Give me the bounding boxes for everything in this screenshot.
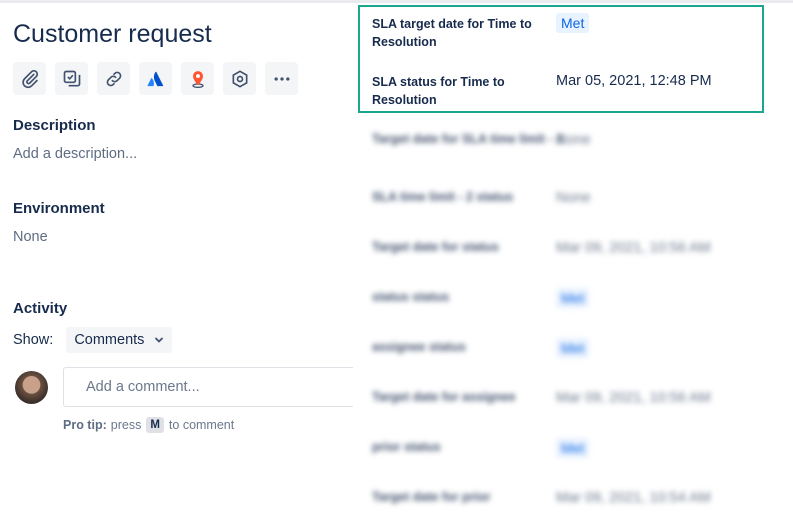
sla-target-date-label: SLA target date for Time to Resolution	[372, 17, 532, 49]
sla-status-label: SLA status for Time to Resolution	[372, 75, 505, 107]
field-label: assignee status	[372, 340, 466, 354]
comment-placeholder: Add a comment...	[86, 379, 200, 395]
attach-button[interactable]	[13, 62, 46, 95]
paperclip-icon	[21, 69, 38, 88]
location-app-button[interactable]	[181, 62, 214, 95]
issue-toolbar	[13, 62, 307, 95]
show-label: Show:	[13, 332, 54, 348]
description-field[interactable]: Add a description...	[13, 146, 137, 162]
field-value[interactable]: Met	[556, 288, 590, 308]
pro-tip: Pro tip: press M to comment	[63, 417, 234, 433]
pro-tip-suffix: to comment	[168, 418, 235, 432]
avatar[interactable]	[15, 371, 48, 404]
hexagon-icon	[232, 69, 247, 88]
activity-filter-value: Comments	[74, 332, 145, 348]
link-issue-button[interactable]	[97, 62, 130, 95]
activity-filter-dropdown[interactable]: Comments	[66, 327, 173, 353]
status-badge: Met	[556, 13, 590, 33]
environment-value[interactable]: None	[13, 229, 48, 245]
sla-target-date-value[interactable]: Met	[556, 13, 590, 33]
more-icon	[274, 76, 289, 81]
field-value[interactable]: Met	[556, 438, 590, 458]
field-value[interactable]: Mar 09, 2021, 10:56 AM	[556, 240, 711, 256]
activity-label: Activity	[13, 300, 68, 317]
field-value[interactable]: Met	[556, 338, 590, 358]
issue-main-panel: Customer request Description Add a descr…	[0, 0, 353, 524]
atlassian-app-button[interactable]	[139, 62, 172, 95]
field-label: Target date for status	[372, 240, 499, 254]
status-badge: Met	[556, 338, 590, 358]
comment-input[interactable]: Add a comment...	[63, 367, 353, 407]
field-value[interactable]: Mar 09, 2021, 10:54 AM	[556, 490, 711, 506]
link-icon	[106, 71, 121, 86]
subtask-icon	[63, 70, 80, 86]
app-extension-button[interactable]	[223, 62, 256, 95]
issue-title[interactable]: Customer request	[13, 20, 212, 49]
field-label: Target date for assignee	[372, 390, 516, 404]
field-label: SLA time limit - 2 status	[372, 190, 514, 204]
field-value[interactable]: Mar 09, 2021, 10:56 AM	[556, 390, 711, 406]
environment-label: Environment	[13, 200, 105, 217]
description-label: Description	[13, 117, 96, 134]
field-label: Target date for prior	[372, 490, 491, 504]
atlassian-icon	[147, 71, 163, 86]
field-label: status status	[372, 290, 450, 304]
keyboard-shortcut-key: M	[146, 417, 164, 433]
add-subtask-button[interactable]	[55, 62, 88, 95]
pro-tip-press: press	[110, 418, 142, 432]
status-badge: Met	[556, 438, 590, 458]
map-pin-icon	[191, 70, 204, 88]
field-value[interactable]: None	[556, 190, 591, 206]
activity-filter-row: Show: Comments	[13, 327, 173, 353]
status-badge: Met	[556, 288, 590, 308]
chevron-down-icon	[155, 337, 164, 343]
more-actions-button[interactable]	[265, 62, 298, 95]
pro-tip-prefix: Pro tip:	[63, 418, 107, 432]
sla-status-value[interactable]: Mar 05, 2021, 12:48 PM	[556, 73, 712, 89]
field-value[interactable]: None	[556, 132, 591, 148]
field-label: prior status	[372, 440, 441, 454]
field-label: Target date for SLA time limit - 2	[372, 132, 563, 146]
